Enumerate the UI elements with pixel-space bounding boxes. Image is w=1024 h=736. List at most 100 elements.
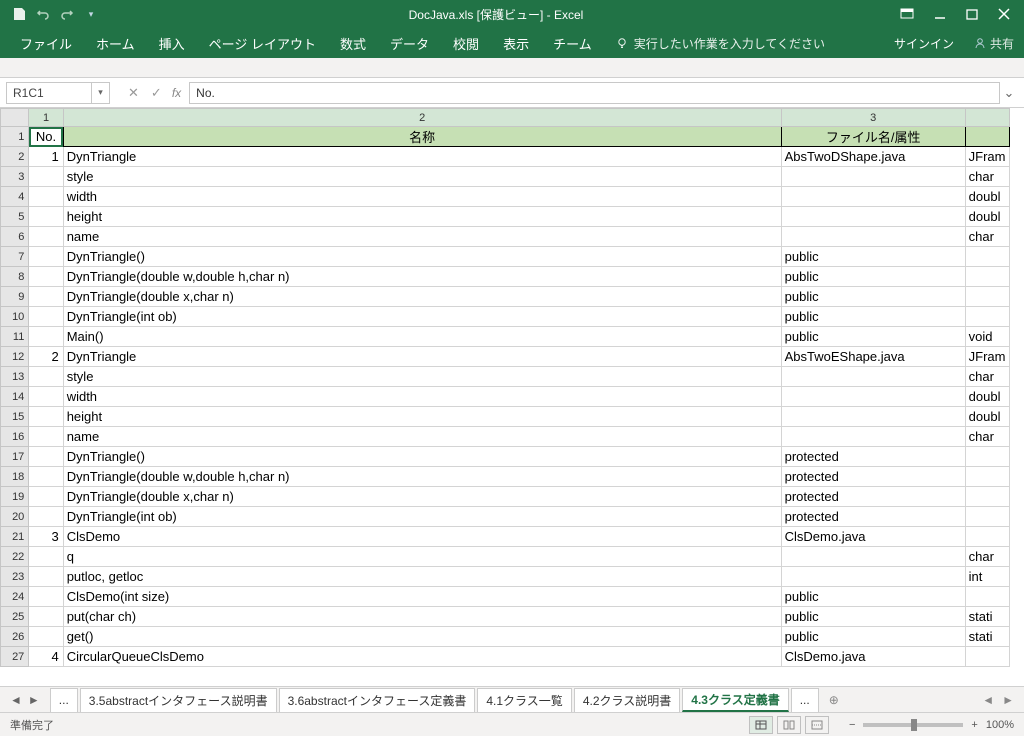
close-icon[interactable] — [998, 8, 1010, 20]
cell[interactable]: q — [63, 547, 781, 567]
cell[interactable]: public — [781, 307, 965, 327]
cell[interactable]: style — [63, 167, 781, 187]
row-header[interactable]: 7 — [1, 247, 29, 267]
cell[interactable]: stati — [965, 627, 1009, 647]
tab-team[interactable]: チーム — [541, 28, 604, 58]
cell[interactable]: public — [781, 287, 965, 307]
cell[interactable]: protected — [781, 467, 965, 487]
expand-formula-bar-icon[interactable]: ⌄ — [1000, 85, 1018, 101]
column-header[interactable]: 3 — [781, 109, 965, 127]
cell[interactable]: ファイル名/属性 — [781, 127, 965, 147]
cell[interactable] — [29, 587, 63, 607]
sheet-ellipsis-right[interactable]: ... — [791, 688, 819, 712]
row-header[interactable]: 2 — [1, 147, 29, 167]
cell[interactable]: public — [781, 627, 965, 647]
cell[interactable] — [965, 247, 1009, 267]
row-header[interactable]: 8 — [1, 267, 29, 287]
cell[interactable]: public — [781, 267, 965, 287]
cell[interactable] — [965, 527, 1009, 547]
cell[interactable] — [781, 187, 965, 207]
row-header[interactable]: 23 — [1, 567, 29, 587]
column-header[interactable]: 1 — [29, 109, 63, 127]
cell[interactable] — [965, 487, 1009, 507]
cell[interactable]: name — [63, 427, 781, 447]
cell[interactable] — [29, 487, 63, 507]
row-header[interactable]: 16 — [1, 427, 29, 447]
cell[interactable]: public — [781, 247, 965, 267]
row-header[interactable]: 3 — [1, 167, 29, 187]
cell[interactable] — [29, 187, 63, 207]
cell[interactable]: 名称 — [63, 127, 781, 147]
cell[interactable]: char — [965, 367, 1009, 387]
cell[interactable]: width — [63, 387, 781, 407]
cell[interactable] — [965, 467, 1009, 487]
share-button[interactable]: 共有 — [964, 35, 1024, 52]
cell[interactable]: JFram — [965, 347, 1009, 367]
sheet-tab[interactable]: 4.1クラス一覧 — [477, 688, 571, 712]
cell[interactable] — [781, 207, 965, 227]
sheet-tab[interactable]: 3.5abstractインタフェース説明書 — [80, 688, 277, 712]
column-header[interactable]: 2 — [63, 109, 781, 127]
sheet-nav-next-icon[interactable]: ► — [28, 693, 40, 707]
cell[interactable] — [781, 407, 965, 427]
cell[interactable]: int — [965, 567, 1009, 587]
cell[interactable] — [29, 167, 63, 187]
ribbon-display-icon[interactable] — [900, 8, 914, 20]
sheet-nav-prev-icon[interactable]: ◄ — [10, 693, 22, 707]
cell[interactable]: DynTriangle(double x,char n) — [63, 287, 781, 307]
new-sheet-icon[interactable]: ⊕ — [821, 693, 847, 707]
row-header[interactable]: 26 — [1, 627, 29, 647]
cell[interactable] — [965, 267, 1009, 287]
cell[interactable]: DynTriangle(int ob) — [63, 307, 781, 327]
row-header[interactable]: 25 — [1, 607, 29, 627]
cell[interactable]: get() — [63, 627, 781, 647]
cell[interactable]: ClsDemo.java — [781, 647, 965, 667]
cell[interactable]: protected — [781, 487, 965, 507]
cell[interactable] — [29, 547, 63, 567]
row-header[interactable]: 18 — [1, 467, 29, 487]
cell[interactable] — [781, 567, 965, 587]
row-header[interactable]: 20 — [1, 507, 29, 527]
row-header[interactable]: 15 — [1, 407, 29, 427]
cell[interactable] — [965, 307, 1009, 327]
row-header[interactable]: 17 — [1, 447, 29, 467]
cell[interactable] — [29, 287, 63, 307]
cell[interactable] — [29, 447, 63, 467]
cell[interactable]: protected — [781, 447, 965, 467]
tab-pagelayout[interactable]: ページ レイアウト — [197, 28, 328, 58]
row-header[interactable]: 10 — [1, 307, 29, 327]
cell[interactable] — [965, 507, 1009, 527]
row-header[interactable]: 14 — [1, 387, 29, 407]
cell[interactable]: height — [63, 207, 781, 227]
cell[interactable] — [965, 287, 1009, 307]
cell[interactable]: DynTriangle(double w,double h,char n) — [63, 467, 781, 487]
cell[interactable] — [29, 567, 63, 587]
zoom-level[interactable]: 100% — [986, 719, 1014, 731]
cell[interactable]: DynTriangle — [63, 347, 781, 367]
row-header[interactable]: 27 — [1, 647, 29, 667]
cell[interactable]: doubl — [965, 407, 1009, 427]
cell[interactable] — [29, 227, 63, 247]
qat-customize-icon[interactable]: ▾ — [82, 9, 100, 20]
cell[interactable]: stati — [965, 607, 1009, 627]
tab-file[interactable]: ファイル — [8, 28, 84, 58]
cell[interactable] — [29, 407, 63, 427]
cell[interactable]: DynTriangle — [63, 147, 781, 167]
cell[interactable] — [781, 387, 965, 407]
cell[interactable]: put(char ch) — [63, 607, 781, 627]
cell[interactable]: style — [63, 367, 781, 387]
cell[interactable]: DynTriangle() — [63, 447, 781, 467]
tab-data[interactable]: データ — [378, 28, 441, 58]
view-normal-icon[interactable] — [749, 716, 773, 734]
cell[interactable] — [29, 307, 63, 327]
sheet-tab[interactable]: 4.2クラス説明書 — [574, 688, 680, 712]
row-header[interactable]: 5 — [1, 207, 29, 227]
row-header[interactable]: 9 — [1, 287, 29, 307]
cell[interactable] — [29, 267, 63, 287]
cell[interactable] — [965, 587, 1009, 607]
tab-view[interactable]: 表示 — [491, 28, 541, 58]
cell[interactable] — [29, 207, 63, 227]
cell[interactable]: 2 — [29, 347, 63, 367]
cell[interactable] — [29, 327, 63, 347]
cell[interactable]: 3 — [29, 527, 63, 547]
